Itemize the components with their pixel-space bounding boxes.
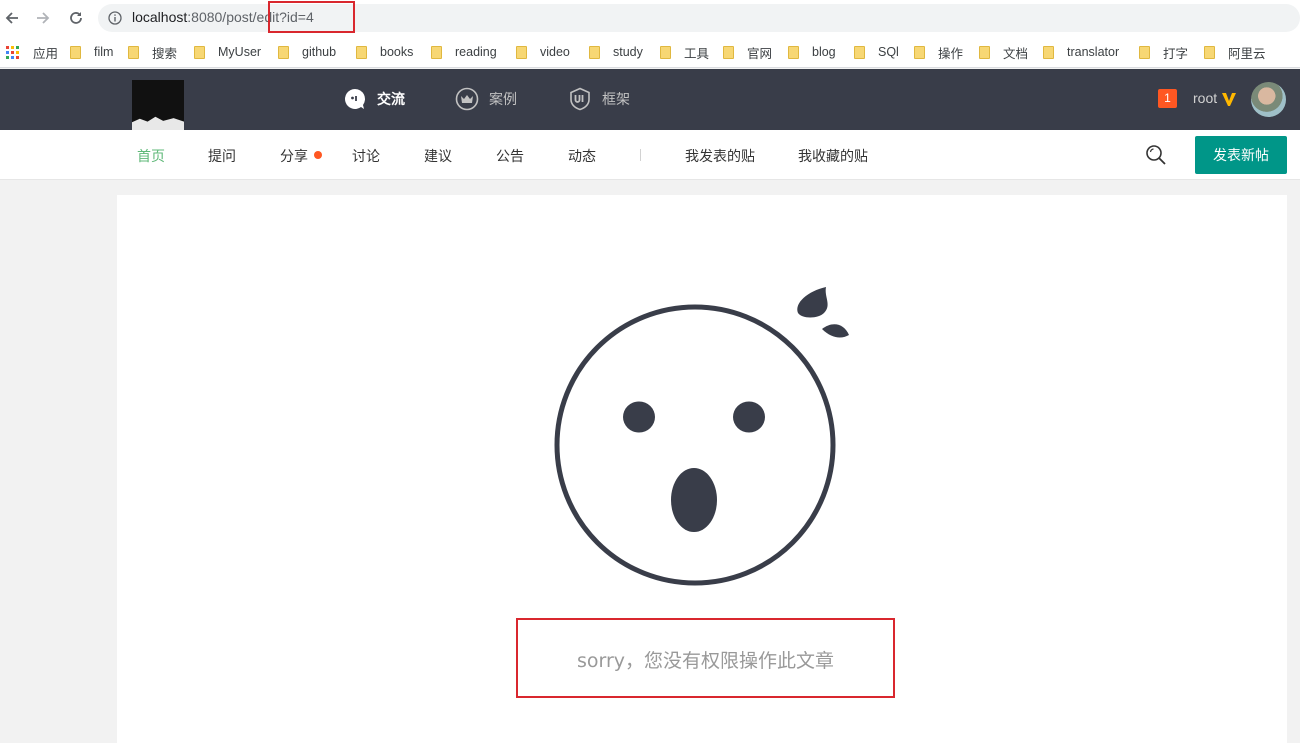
bookmark-folder[interactable]: 工具 bbox=[660, 43, 709, 61]
site-header: 交流 案例 框架 bbox=[0, 69, 1300, 130]
arrow-right-icon bbox=[37, 12, 50, 24]
surprised-face-icon bbox=[554, 287, 849, 586]
crown-icon bbox=[455, 87, 479, 111]
bookmark-folder[interactable]: MyUser bbox=[194, 43, 261, 61]
folder-icon bbox=[356, 45, 367, 59]
bookmark-label: SQl bbox=[878, 45, 899, 59]
subnav-suggestions[interactable]: 建议 bbox=[424, 146, 452, 166]
logo-snow-shape bbox=[132, 116, 184, 130]
folder-icon bbox=[194, 45, 205, 59]
reload-button[interactable] bbox=[64, 6, 88, 30]
bookmark-folder[interactable]: github bbox=[278, 43, 336, 61]
bookmark-folder[interactable]: 操作 bbox=[914, 43, 963, 61]
subnav-questions[interactable]: 提问 bbox=[208, 146, 236, 166]
folder-icon bbox=[516, 45, 527, 59]
bookmark-label: translator bbox=[1067, 45, 1120, 59]
bookmark-label: video bbox=[540, 45, 570, 59]
folder-icon bbox=[278, 45, 289, 59]
ui-shield-icon bbox=[570, 87, 590, 111]
folder-icon bbox=[1139, 45, 1150, 59]
bookmark-folder[interactable]: books bbox=[356, 43, 413, 61]
bookmarks-bar: 应用 film 搜索 MyUser github books reading v… bbox=[0, 36, 1300, 68]
notification-badge[interactable]: 1 bbox=[1158, 89, 1177, 108]
bookmark-folder[interactable]: reading bbox=[431, 43, 497, 61]
url-highlight-box bbox=[268, 1, 355, 33]
subnav-share[interactable]: 分享 bbox=[280, 146, 308, 166]
folder-icon bbox=[70, 45, 81, 59]
header-nav-label: 案例 bbox=[489, 92, 517, 108]
info-icon[interactable] bbox=[108, 11, 122, 25]
header-nav-cases[interactable]: 案例 bbox=[455, 86, 517, 112]
bookmark-label: 操作 bbox=[938, 46, 964, 61]
folder-icon bbox=[1204, 45, 1215, 59]
avatar[interactable] bbox=[1251, 82, 1286, 117]
bookmark-label: 官网 bbox=[747, 46, 773, 61]
folder-icon bbox=[589, 45, 600, 59]
bookmark-folder[interactable]: 官网 bbox=[723, 43, 772, 61]
bookmark-label: MyUser bbox=[218, 45, 262, 59]
bookmark-label: 阿里云 bbox=[1228, 46, 1266, 61]
bookmark-label: 文档 bbox=[1003, 46, 1029, 61]
bookmark-folder[interactable]: 打字 bbox=[1139, 43, 1188, 61]
hot-dot-indicator bbox=[314, 151, 322, 159]
folder-icon bbox=[788, 45, 799, 59]
subnav-my-favorites[interactable]: 我收藏的贴 bbox=[798, 146, 868, 166]
site-logo[interactable] bbox=[132, 80, 184, 130]
bookmark-label: 搜索 bbox=[152, 46, 178, 61]
message-highlight-box: sorry，您没有权限操作此文章 bbox=[516, 618, 895, 698]
bookmark-apps[interactable]: 应用 bbox=[6, 43, 58, 61]
folder-icon bbox=[979, 45, 990, 59]
bookmark-folder[interactable]: 阿里云 bbox=[1204, 43, 1266, 61]
bookmark-folder[interactable]: film bbox=[70, 43, 113, 61]
bookmark-label: film bbox=[94, 45, 114, 59]
bookmark-label: reading bbox=[455, 45, 497, 59]
arrow-left-icon bbox=[5, 12, 18, 24]
search-icon[interactable] bbox=[1145, 144, 1167, 166]
folder-icon bbox=[128, 45, 139, 59]
subnav-home[interactable]: 首页 bbox=[137, 146, 165, 166]
header-nav-label: 框架 bbox=[602, 92, 630, 108]
back-button[interactable] bbox=[0, 6, 24, 30]
subnav-announcements[interactable]: 公告 bbox=[496, 146, 524, 166]
content-panel: sorry，您没有权限操作此文章 bbox=[117, 195, 1287, 743]
bookmark-folder[interactable]: translator bbox=[1043, 43, 1119, 61]
folder-icon bbox=[854, 45, 865, 59]
subnav-discussion[interactable]: 讨论 bbox=[352, 146, 380, 166]
folder-icon bbox=[914, 45, 925, 59]
subnav-my-posts[interactable]: 我发表的贴 bbox=[685, 146, 755, 166]
permission-denied-message: sorry，您没有权限操作此文章 bbox=[576, 650, 835, 672]
sub-navigation: 首页 提问 分享 讨论 建议 公告 动态 我发表的贴 我收藏的贴 发表新帖 bbox=[0, 130, 1300, 180]
header-nav-label: 交流 bbox=[377, 92, 405, 108]
vip-badge-icon bbox=[1222, 93, 1236, 106]
folder-icon bbox=[431, 45, 442, 59]
apps-grid-icon bbox=[6, 45, 19, 59]
folder-icon bbox=[660, 45, 671, 59]
folder-icon bbox=[1043, 45, 1054, 59]
username[interactable]: root bbox=[1193, 90, 1217, 106]
forward-button[interactable] bbox=[31, 6, 55, 30]
subnav-activity[interactable]: 动态 bbox=[568, 146, 596, 166]
url-host: localhost bbox=[132, 9, 188, 25]
bookmark-folder[interactable]: study bbox=[589, 43, 643, 61]
browser-toolbar: localhost:8080/post/edit?id=4 bbox=[0, 0, 1300, 36]
header-nav-framework[interactable]: 框架 bbox=[568, 86, 630, 112]
bookmark-folder[interactable]: video bbox=[516, 43, 570, 61]
reload-icon bbox=[70, 12, 82, 24]
bookmark-label: 应用 bbox=[33, 46, 59, 61]
bookmark-label: 打字 bbox=[1163, 46, 1189, 61]
header-nav-exchange[interactable]: 交流 bbox=[343, 86, 405, 112]
bookmark-label: blog bbox=[812, 45, 836, 59]
bookmark-folder[interactable]: 文档 bbox=[979, 43, 1028, 61]
bookmark-label: books bbox=[380, 45, 414, 59]
bookmark-label: github bbox=[302, 45, 337, 59]
bookmark-folder[interactable]: SQl bbox=[854, 43, 899, 61]
bookmark-label: 工具 bbox=[684, 46, 710, 61]
subnav-divider bbox=[640, 149, 641, 161]
new-post-button[interactable]: 发表新帖 bbox=[1195, 136, 1287, 174]
bookmark-folder[interactable]: blog bbox=[788, 43, 836, 61]
folder-icon bbox=[723, 45, 734, 59]
bookmark-label: study bbox=[613, 45, 643, 59]
bookmark-folder[interactable]: 搜索 bbox=[128, 43, 177, 61]
chat-bubble-icon bbox=[345, 89, 365, 109]
